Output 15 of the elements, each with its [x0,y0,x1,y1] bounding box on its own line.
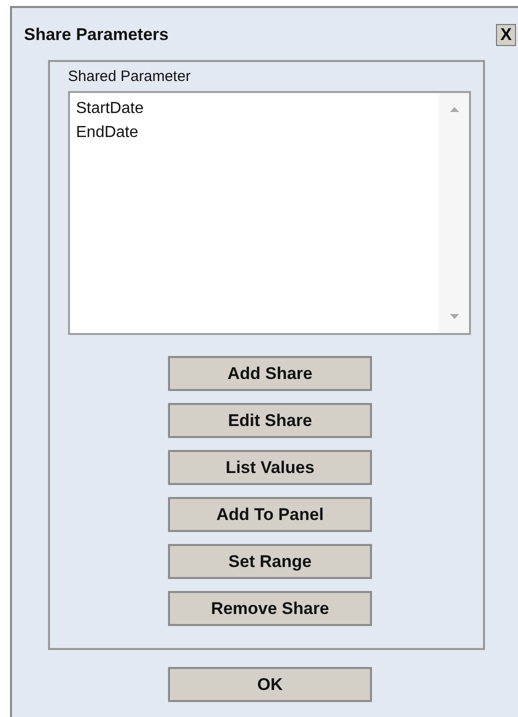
action-button[interactable]: Add To Panel [168,497,372,532]
close-button[interactable]: X [496,24,516,46]
scroll-down-icon[interactable] [450,314,458,319]
action-button[interactable]: Add Share [168,356,372,391]
action-button[interactable]: List Values [168,450,372,485]
window-title: Share Parameters [24,25,169,45]
list-item[interactable]: EndDate [76,121,439,145]
action-button[interactable]: Remove Share [168,591,372,626]
group-label: Shared Parameter [68,68,192,85]
list-item[interactable]: StartDate [76,97,439,121]
ok-button[interactable]: OK [168,667,372,702]
action-button[interactable]: Edit Share [168,403,372,438]
scroll-up-icon[interactable] [450,107,458,112]
scrollbar[interactable] [439,93,469,333]
action-button[interactable]: Set Range [168,544,372,579]
